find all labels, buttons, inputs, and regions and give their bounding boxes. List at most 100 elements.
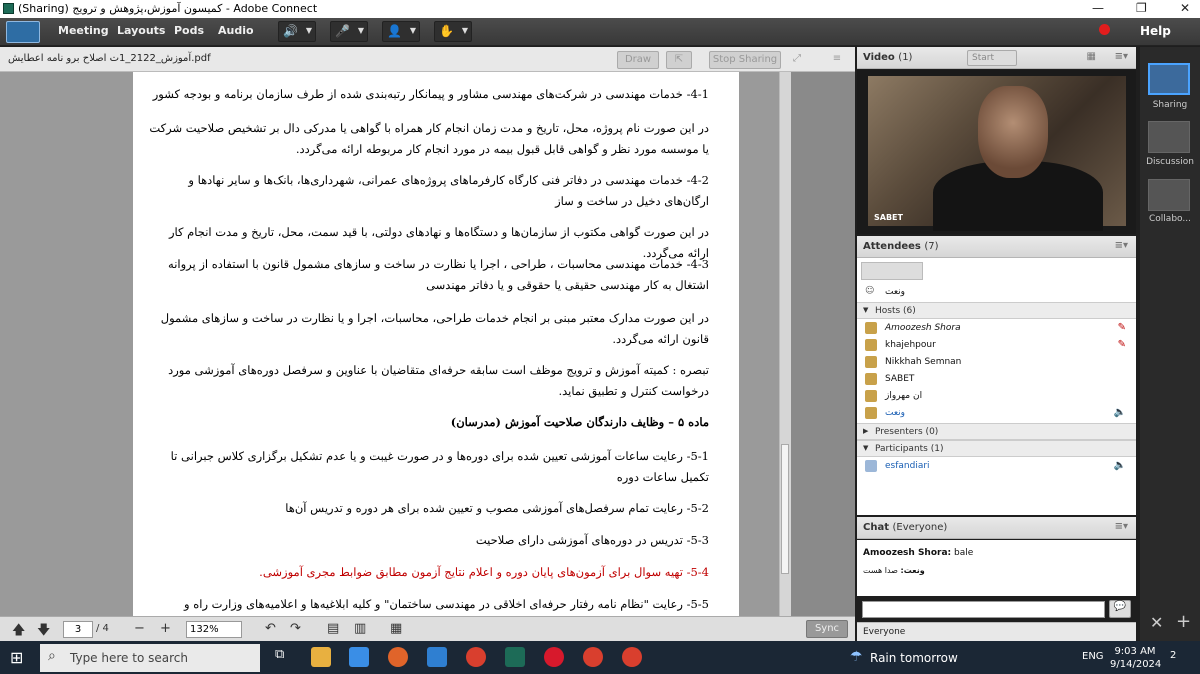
page-up-icon[interactable]: 🡅 (12, 621, 25, 643)
host-icon (865, 322, 877, 334)
microphone-icon: 🎤 (335, 24, 350, 38)
menu-pods[interactable]: Pods (174, 24, 204, 37)
app-icon (3, 3, 14, 14)
attendee-row[interactable]: esfandiari 🔈 (857, 458, 1136, 475)
attendee-self[interactable]: ☺ ونعت (857, 284, 1136, 301)
hosts-group[interactable]: ▼ Hosts (6) (857, 302, 1136, 319)
attendee-row[interactable]: SABET (857, 371, 1136, 388)
share-pod-header: آموزش_2122_1ت اصلاح برو نامه اعطایش.pdf … (0, 47, 855, 72)
adobe-connect-taskbar-icon[interactable] (505, 647, 525, 667)
chrome-icon[interactable] (622, 647, 642, 667)
layout-label: Discussion (1146, 157, 1194, 167)
clock[interactable]: 9:03 AM 9/14/2024 (1110, 645, 1161, 671)
chrome-icon[interactable] (466, 647, 486, 667)
speaker-button[interactable]: 🔊 ▼ (278, 21, 316, 42)
chat-recipient[interactable]: Everyone (857, 622, 1136, 641)
fit-page-icon[interactable]: ▥ (354, 621, 366, 636)
page-down-icon[interactable]: 🡇 (37, 621, 50, 643)
speaker-icon: 🔊 (283, 24, 298, 38)
attendee-row[interactable]: ونعت 🔈 (857, 405, 1136, 422)
minimize-button[interactable]: — (1092, 1, 1104, 15)
store-icon[interactable] (349, 647, 369, 667)
opera-icon[interactable] (544, 647, 564, 667)
file-explorer-icon[interactable] (311, 647, 331, 667)
close-button[interactable]: ✕ (1180, 1, 1190, 15)
hand-icon: ✋ (439, 24, 454, 38)
doc-heading: ماده ۵ – وظایف دارندگان صلاحیت آموزش (مد… (450, 415, 709, 429)
layout-sharing[interactable] (1148, 63, 1190, 95)
menu-help[interactable]: Help (1140, 24, 1171, 38)
menu-meeting[interactable]: Meeting (58, 24, 109, 37)
chat-scope: (Everyone) (892, 522, 948, 533)
send-chat-icon[interactable]: 💬 (1109, 600, 1131, 618)
document-grid-icon[interactable]: ▦ (390, 621, 402, 636)
chevron-down-icon: ▼ (357, 26, 364, 35)
video-layout-icon[interactable]: ▦ (1087, 51, 1096, 62)
attendee-row[interactable]: ان مهرواز (857, 388, 1136, 405)
weather-icon[interactable]: ☂ (850, 649, 863, 665)
host-icon (865, 407, 877, 419)
fullscreen-icon[interactable]: ⤢ (788, 51, 806, 69)
stop-sharing-button[interactable]: Stop Sharing (709, 51, 781, 69)
attendee-row[interactable]: Nikkhah Semnan (857, 354, 1136, 371)
participant-icon (865, 460, 877, 472)
pod-menu-icon[interactable]: ≡ (826, 51, 848, 69)
fit-width-icon[interactable]: ▤ (327, 621, 339, 636)
chat-pod-header: Chat (Everyone) ≡▾ (857, 517, 1136, 539)
document-toolbar: 🡅 🡇 3 / 4 − + 132% ↶ ↷ ▤ ▥ ▦ Sync (0, 616, 855, 641)
start-webcam-button[interactable]: Start (967, 50, 1017, 66)
mail-icon[interactable] (427, 647, 447, 667)
menu-audio[interactable]: Audio (218, 24, 254, 37)
rotate-left-icon[interactable]: ↶ (265, 621, 276, 636)
record-indicator-icon[interactable] (1099, 24, 1110, 35)
zoom-in-icon[interactable]: + (160, 621, 171, 636)
attendees-count: (7) (924, 241, 939, 252)
chrome-icon[interactable] (583, 647, 603, 667)
sync-button[interactable]: Sync (806, 620, 848, 638)
attendee-row[interactable]: Amoozesh Shora ✎ (857, 320, 1136, 337)
doc-paragraph: 5-3- تدریس در دوره‌های آموزشی دارای صلاح… (475, 533, 709, 547)
page-number-input[interactable]: 3 (63, 621, 93, 638)
participants-group[interactable]: ▼ Participants (1) (857, 440, 1136, 457)
connect-logo-icon[interactable] (6, 21, 40, 43)
chat-input[interactable] (862, 601, 1105, 618)
pod-menu-icon[interactable]: ≡▾ (1115, 521, 1128, 532)
viewer-gutter (791, 72, 855, 616)
doc-paragraph: تبصره : کمیته آموزش و ترویج موظف است ساب… (168, 363, 709, 398)
layout-discussion[interactable] (1148, 121, 1190, 153)
firefox-icon[interactable] (388, 647, 408, 667)
webcam-button[interactable]: 👤 ▼ (382, 21, 420, 42)
collapse-rail-icon[interactable]: ✕ (1150, 613, 1163, 632)
add-layout-icon[interactable]: + (1176, 611, 1191, 632)
zoom-out-icon[interactable]: − (134, 621, 145, 636)
zoom-select[interactable]: 132% (186, 621, 242, 638)
attendee-view-toggle[interactable] (861, 262, 923, 280)
task-view-icon[interactable]: ⧉ (275, 647, 295, 667)
raise-hand-button[interactable]: ✋ ▼ (434, 21, 472, 42)
taskbar-search[interactable]: ⌕ Type here to search (40, 644, 260, 672)
pointer-button[interactable]: ⇱ (666, 51, 692, 69)
menu-layouts[interactable]: Layouts (117, 24, 165, 37)
doc-paragraph: در این صورت مدارک معتبر مبنی بر انجام خد… (160, 311, 709, 346)
pod-menu-icon[interactable]: ≡▾ (1115, 51, 1128, 62)
layouts-rail: Sharing Discussion Collabo... ✕ + (1140, 47, 1200, 641)
layout-collaboration[interactable] (1148, 179, 1190, 211)
draw-button[interactable]: Draw (617, 51, 659, 69)
video-speaker-name: SABET (874, 213, 903, 222)
microphone-button[interactable]: 🎤 ▼ (330, 21, 368, 42)
notification-badge[interactable]: 2 (1170, 650, 1176, 661)
pod-menu-icon[interactable]: ≡▾ (1115, 240, 1128, 251)
windows-start-icon[interactable]: ⊞ (10, 648, 23, 667)
rotate-right-icon[interactable]: ↷ (290, 621, 301, 636)
host-icon (865, 339, 877, 351)
maximize-button[interactable]: ❐ (1136, 1, 1147, 15)
shared-file-name: آموزش_2122_1ت اصلاح برو نامه اعطایش.pdf (8, 53, 211, 64)
attendee-row[interactable]: khajehpour ✎ (857, 337, 1136, 354)
expand-icon: ▼ (863, 306, 869, 314)
video-pod-header: Video (1) Start ▦ ≡▾ (857, 47, 1136, 69)
weather-text[interactable]: Rain tomorrow (870, 651, 958, 665)
language-indicator[interactable]: ENG (1082, 651, 1104, 662)
presenters-group[interactable]: ▶ Presenters (0) (857, 423, 1136, 440)
scrollbar-thumb[interactable] (781, 444, 789, 574)
video-feed: SABET (868, 76, 1126, 231)
